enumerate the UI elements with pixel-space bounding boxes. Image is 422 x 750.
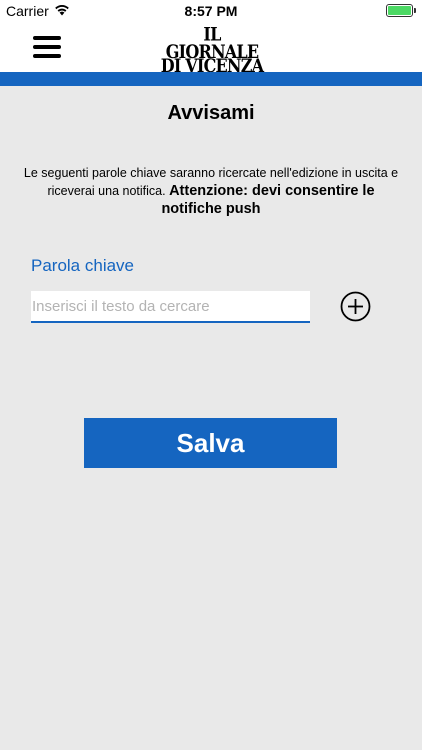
save-button[interactable]: Salva bbox=[84, 418, 337, 468]
description-text: Le seguenti parole chiave saranno ricerc… bbox=[20, 164, 402, 218]
keyword-label: Parola chiave bbox=[31, 256, 135, 275]
push-warning: Attenzione: devi consentire le notifiche… bbox=[161, 183, 375, 217]
nav-bar: IL GIORNALE DI VICENZA bbox=[0, 22, 422, 75]
accent-bar bbox=[0, 72, 422, 86]
hamburger-menu-icon[interactable] bbox=[33, 36, 61, 58]
plus-circle-icon[interactable] bbox=[340, 291, 371, 322]
battery-level bbox=[388, 6, 411, 15]
status-bar: Carrier 8:57 PM bbox=[0, 0, 422, 22]
status-right bbox=[386, 4, 416, 17]
battery-icon bbox=[386, 4, 413, 17]
keyword-field bbox=[31, 291, 310, 323]
newspaper-logo: IL GIORNALE DI VICENZA bbox=[160, 25, 264, 75]
battery-tip bbox=[414, 8, 416, 13]
status-time: 8:57 PM bbox=[184, 3, 238, 19]
keyword-input[interactable] bbox=[31, 291, 310, 321]
page-title: Avvisami bbox=[167, 102, 255, 124]
